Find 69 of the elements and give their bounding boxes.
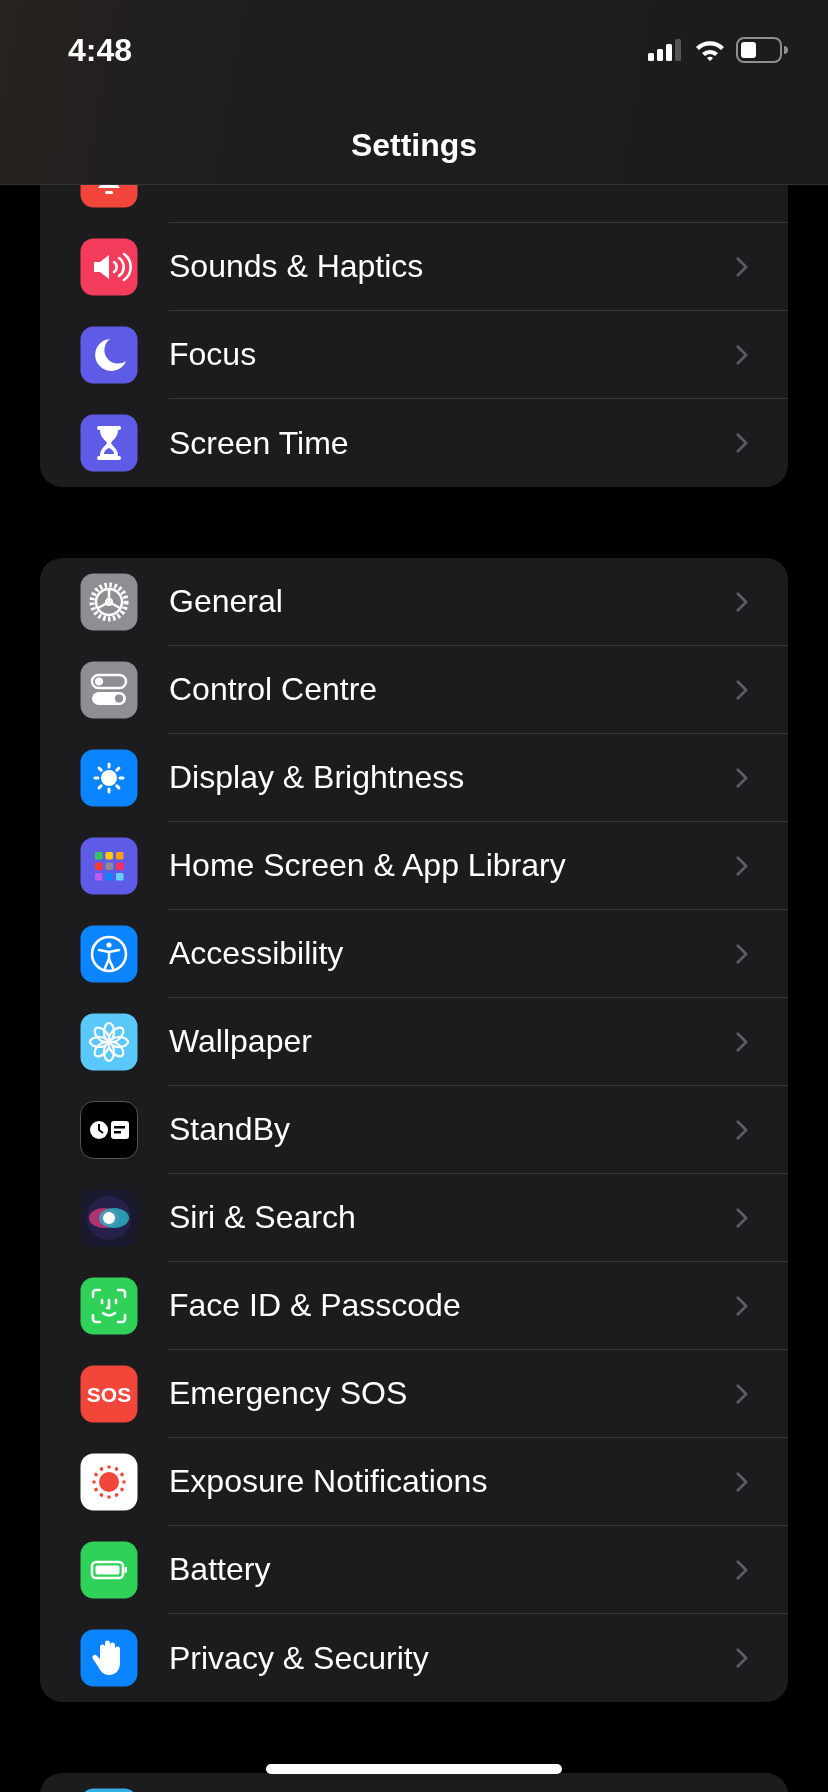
gear-icon bbox=[80, 573, 138, 631]
settings-row[interactable]: Wallpaper bbox=[40, 998, 788, 1086]
row-label: General bbox=[169, 583, 283, 620]
settings-row[interactable]: Exposure Notifications bbox=[40, 1438, 788, 1526]
settings-row[interactable]: SOS Emergency SOS bbox=[40, 1350, 788, 1438]
settings-row[interactable]: Sounds & Haptics bbox=[40, 223, 788, 311]
signal-icon bbox=[648, 38, 684, 62]
page-title: Settings bbox=[349, 127, 479, 164]
row-label: Exposure Notifications bbox=[169, 1463, 488, 1500]
chevron-icon bbox=[735, 255, 748, 278]
chevron-icon bbox=[735, 678, 748, 701]
chevron-icon bbox=[735, 1206, 748, 1229]
chevron-icon bbox=[735, 432, 748, 454]
row-label: Focus bbox=[169, 336, 257, 373]
siri-orb-icon bbox=[80, 1189, 138, 1247]
toggles-icon bbox=[80, 661, 138, 719]
row-label: Face ID & Passcode bbox=[169, 1287, 461, 1324]
status-time: 4:48 bbox=[68, 31, 133, 69]
exposure-icon bbox=[80, 1453, 138, 1511]
row-label: Wallpaper bbox=[169, 1023, 312, 1060]
clock-widget-icon bbox=[80, 1101, 138, 1159]
sos-icon: SOS bbox=[80, 1365, 138, 1423]
row-label: Sounds & Haptics bbox=[169, 248, 424, 285]
row-label: Home Screen & App Library bbox=[169, 847, 566, 884]
row-label: Display & Brightness bbox=[169, 759, 465, 796]
chevron-icon bbox=[735, 1030, 748, 1053]
settings-row[interactable]: Siri & Search bbox=[40, 1174, 788, 1262]
settings-row[interactable]: StandBy bbox=[40, 1086, 788, 1174]
settings-row[interactable]: Screen Time bbox=[40, 399, 788, 487]
row-label: StandBy bbox=[169, 1111, 290, 1148]
settings-row[interactable]: Privacy & Security bbox=[40, 1614, 788, 1702]
chevron-icon bbox=[735, 1558, 748, 1581]
chevron-icon bbox=[735, 1647, 748, 1669]
row-label: Privacy & Security bbox=[169, 1639, 429, 1677]
hourglass-icon bbox=[80, 414, 138, 472]
settings-row[interactable]: Face ID & Passcode bbox=[40, 1262, 788, 1350]
hand-icon bbox=[80, 1629, 138, 1687]
face-scan-icon bbox=[80, 1277, 138, 1335]
wifi-icon bbox=[694, 38, 726, 62]
settings-row[interactable]: Control Centre bbox=[40, 646, 788, 734]
settings-row[interactable]: Home Screen & App Library bbox=[40, 822, 788, 910]
settings-row[interactable]: Battery bbox=[40, 1526, 788, 1614]
moon-icon bbox=[80, 326, 138, 384]
row-label: Accessibility bbox=[169, 935, 344, 972]
chevron-icon bbox=[735, 942, 748, 965]
row-label: Control Centre bbox=[169, 671, 378, 708]
app-grid-icon bbox=[80, 837, 138, 895]
sun-icon bbox=[80, 749, 138, 807]
battery-icon bbox=[736, 37, 788, 63]
battery-icon bbox=[80, 1541, 138, 1599]
settings-row[interactable]: General bbox=[40, 558, 788, 646]
settings-row[interactable]: Display & Brightness bbox=[40, 734, 788, 822]
chevron-icon bbox=[735, 854, 748, 877]
row-label: Emergency SOS bbox=[169, 1375, 408, 1412]
chevron-icon bbox=[735, 1294, 748, 1317]
settings-row[interactable]: Accessibility bbox=[40, 910, 788, 998]
row-label: Screen Time bbox=[169, 424, 349, 462]
chevron-icon bbox=[735, 1382, 748, 1405]
speaker-icon bbox=[80, 238, 138, 296]
settings-row[interactable]: Focus bbox=[40, 311, 788, 399]
chevron-icon bbox=[735, 343, 748, 366]
row-label: Siri & Search bbox=[169, 1199, 356, 1236]
flower-icon bbox=[80, 1013, 138, 1071]
row-label: Battery bbox=[169, 1551, 271, 1588]
chevron-icon bbox=[735, 766, 748, 789]
chevron-icon bbox=[735, 1118, 748, 1141]
accessibility-icon bbox=[80, 925, 138, 983]
chevron-icon bbox=[735, 1470, 748, 1493]
chevron-icon bbox=[735, 590, 748, 613]
